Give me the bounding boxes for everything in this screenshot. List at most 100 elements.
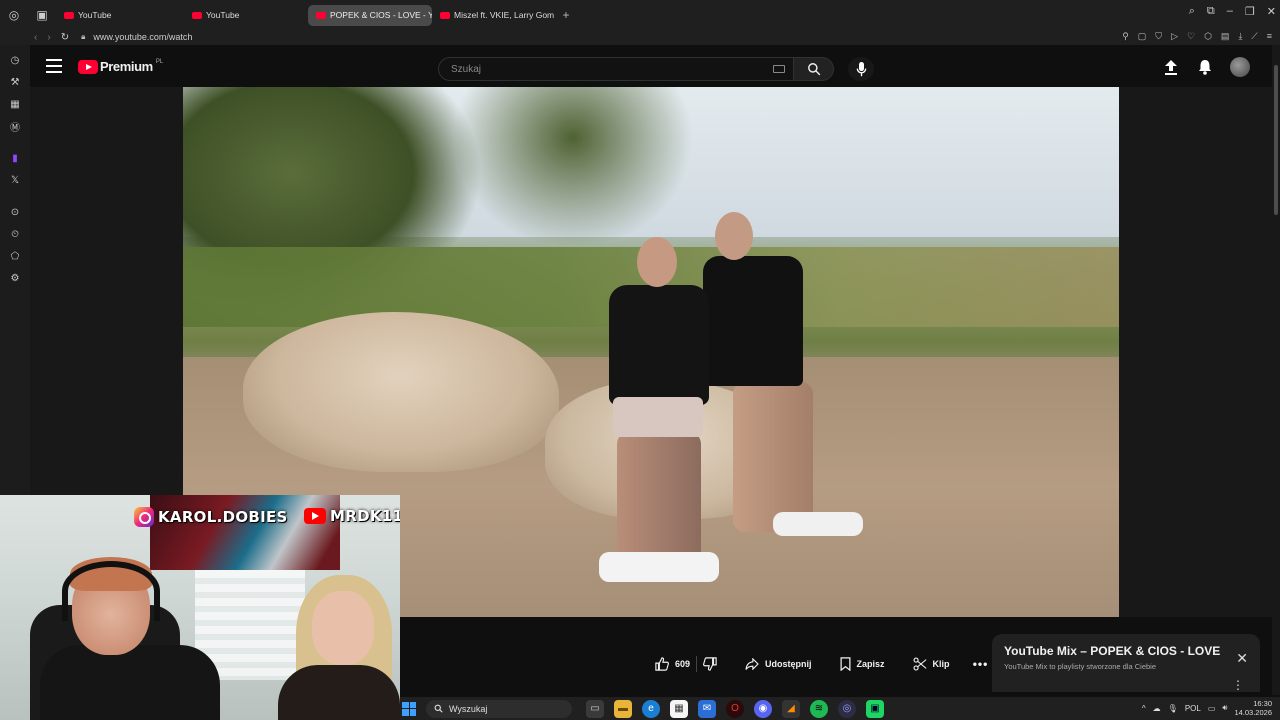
- clip-button[interactable]: Klip: [902, 651, 960, 677]
- microphone-icon: [856, 61, 866, 76]
- mail-icon[interactable]: ✉: [698, 699, 716, 718]
- download-icon[interactable]: ⤓: [1238, 31, 1242, 42]
- search-tabs-icon[interactable]: ⌕: [1189, 5, 1195, 18]
- reload-icon[interactable]: ↻: [61, 32, 69, 43]
- extensions-sidebar-icon[interactable]: ⬠: [0, 245, 30, 267]
- tab-title: Miszel ft. VKIE, Larry Gom: [454, 10, 554, 20]
- tab-popek-cios-love[interactable]: POPEK & CIOS - LOVE - Y: [308, 4, 432, 26]
- clip-label: Klip: [932, 659, 950, 669]
- close-window-icon[interactable]: ✕: [1267, 5, 1276, 18]
- pinboard-icon[interactable]: ▦: [0, 93, 30, 115]
- windows-taskbar: Wyszukaj ▭ ▬ e ▦ ✉ O ◉ ◢ ≋ ◎ ▣ ^ ☁ 🎙︎ PO…: [400, 697, 1280, 720]
- headset-icon: [62, 561, 160, 621]
- url-field[interactable]: www.youtube.com/watch: [93, 32, 192, 42]
- volume-icon[interactable]: 🔊︎: [1222, 703, 1227, 713]
- save-button[interactable]: Zapisz: [829, 651, 895, 677]
- forward-icon[interactable]: ›: [47, 32, 50, 43]
- streaming-app-icon[interactable]: ◢: [782, 699, 800, 718]
- messenger-icon[interactable]: Ⓜ: [0, 115, 30, 137]
- upload-button[interactable]: [1162, 57, 1180, 77]
- easy-setup-icon[interactable]: ≡: [1267, 31, 1272, 42]
- streamer-body: [40, 645, 220, 720]
- workspaces-icon[interactable]: ▣: [28, 0, 56, 29]
- new-tab-button[interactable]: +: [558, 7, 574, 23]
- share-label: Udostępnij: [765, 659, 812, 669]
- separator: [696, 656, 698, 672]
- youtube-masthead: Premium PL Szukaj: [30, 45, 1272, 90]
- like-icon[interactable]: [655, 657, 669, 671]
- tab-miszel[interactable]: Miszel ft. VKIE, Larry Gom: [432, 5, 554, 26]
- browser-sidebar: ◷ ⚒ ▦ Ⓜ ▮ 𝕏 ⊙ ⏲ ⬠ ⚙: [0, 45, 30, 495]
- account-avatar[interactable]: [1230, 57, 1250, 77]
- spotify-icon[interactable]: ≋: [810, 699, 828, 718]
- pin-icon[interactable]: ⚲: [1122, 31, 1129, 42]
- voice-search-button[interactable]: [848, 57, 874, 81]
- language-indicator[interactable]: POL: [1185, 704, 1201, 713]
- search-button[interactable]: [794, 57, 834, 81]
- youtube-favicon-icon: [440, 11, 450, 19]
- twitch-icon[interactable]: ▮: [0, 147, 30, 169]
- shield-icon[interactable]: ⛉: [1155, 31, 1162, 42]
- tab-youtube-1[interactable]: YouTube: [56, 5, 184, 26]
- tab-title: YouTube: [206, 10, 240, 20]
- aria-ai-icon[interactable]: ⟋: [1251, 31, 1257, 42]
- store-icon[interactable]: ▦: [670, 699, 688, 718]
- more-actions-button[interactable]: •••: [967, 651, 994, 677]
- scissors-icon: [913, 657, 927, 671]
- microphone-tray-icon[interactable]: 🎙︎: [1168, 704, 1178, 713]
- youtube-premium-logo[interactable]: Premium PL: [78, 59, 163, 74]
- tab-title: POPEK & CIOS - LOVE - Y: [330, 10, 432, 20]
- search-icon: [807, 63, 820, 76]
- webcam-overlay: KAROL.DOBIES MRDK11: [0, 495, 400, 720]
- obs-icon[interactable]: ◎: [838, 699, 856, 718]
- scrollbar-thumb[interactable]: [1274, 65, 1278, 215]
- taskbar-search[interactable]: Wyszukaj: [426, 699, 572, 718]
- maximize-icon[interactable]: ❐: [1245, 5, 1255, 18]
- player-icon[interactable]: ▷: [1171, 31, 1178, 42]
- notifications-button[interactable]: [1196, 57, 1214, 77]
- x-icon[interactable]: 𝕏: [0, 169, 30, 191]
- search-input[interactable]: Szukaj: [438, 57, 794, 81]
- wallet-icon[interactable]: ▤: [1221, 31, 1230, 42]
- bag-icon[interactable]: ⚒: [0, 71, 30, 93]
- tab-title: YouTube: [78, 10, 112, 20]
- discord-icon[interactable]: ◉: [754, 699, 772, 718]
- opera-icon[interactable]: O: [726, 699, 744, 718]
- snapshot-icon[interactable]: ⧉: [1207, 5, 1215, 18]
- close-icon[interactable]: ✕: [1236, 650, 1248, 667]
- youtube-icon: [304, 508, 326, 524]
- taskbar-apps: ▭ ▬ e ▦ ✉ O ◉ ◢ ≋ ◎ ▣: [586, 699, 884, 718]
- lock-icon[interactable]: 🔒︎: [81, 32, 85, 42]
- mix-title[interactable]: YouTube Mix – POPEK & CIOS - LOVE: [1004, 644, 1248, 658]
- extensions-icon[interactable]: ⬡: [1204, 31, 1212, 42]
- share-button[interactable]: Udostępnij: [735, 651, 822, 677]
- history-icon[interactable]: ◷: [0, 49, 30, 71]
- clock-date: 14.03.2026: [1234, 708, 1272, 717]
- guide-menu-icon[interactable]: [46, 59, 62, 73]
- task-view-icon[interactable]: ▭: [586, 699, 604, 718]
- minimize-icon[interactable]: –: [1227, 5, 1233, 18]
- clock-icon[interactable]: ⏲: [0, 223, 30, 245]
- windows-start-icon[interactable]: [402, 701, 416, 716]
- cloud-icon[interactable]: ☁: [1153, 704, 1161, 713]
- tab-youtube-2[interactable]: YouTube: [184, 5, 308, 26]
- taskbar-clock[interactable]: 16:30 14.03.2026: [1234, 699, 1272, 717]
- browser-menu-icon[interactable]: ◎: [0, 0, 28, 29]
- heart-icon[interactable]: ♡: [1187, 31, 1195, 42]
- youtube-handle: MRDK11: [330, 507, 400, 525]
- settings-icon[interactable]: ⚙: [0, 267, 30, 289]
- chevron-up-icon[interactable]: ^: [1142, 704, 1146, 713]
- file-explorer-icon[interactable]: ▬: [614, 699, 632, 718]
- youtube-mix-panel: YouTube Mix – POPEK & CIOS - LOVE YouTub…: [992, 634, 1260, 692]
- page-scrollbar[interactable]: [1272, 45, 1280, 695]
- dislike-icon[interactable]: [703, 657, 717, 671]
- display-icon[interactable]: ▭: [1208, 704, 1216, 713]
- back-icon[interactable]: ‹: [34, 32, 37, 43]
- kebab-menu-icon[interactable]: ⋮: [1232, 678, 1244, 692]
- bookmark-icon[interactable]: ▢: [1138, 31, 1147, 42]
- browser-tabstrip: ◎ ▣ YouTube YouTube POPEK & CIOS - LOVE …: [0, 0, 1280, 29]
- edge-icon[interactable]: e: [642, 699, 660, 718]
- player-sidebar-icon[interactable]: ⊙: [0, 201, 30, 223]
- keyboard-icon[interactable]: [773, 65, 785, 73]
- chat-app-icon[interactable]: ▣: [866, 699, 884, 718]
